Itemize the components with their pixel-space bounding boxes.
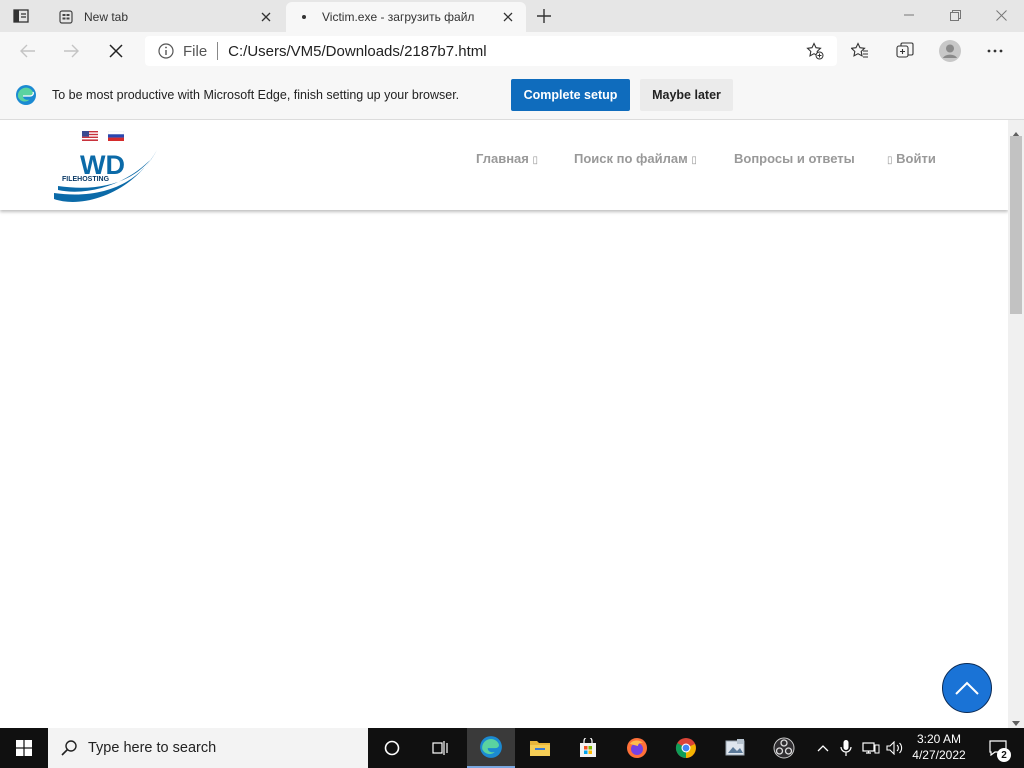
obs-icon[interactable] [760, 728, 808, 768]
english-flag-icon[interactable] [82, 128, 98, 141]
microphone-icon[interactable] [836, 728, 856, 768]
tab-title: New tab [84, 10, 129, 24]
menu-label: Войти [896, 151, 936, 166]
stop-loading-icon[interactable] [102, 37, 130, 65]
add-favorite-icon[interactable] [805, 41, 825, 61]
close-tab-icon[interactable] [256, 7, 276, 27]
photo-app-icon[interactable] [711, 728, 759, 768]
tab-title: Victim.exe - загрузить файл [322, 10, 475, 24]
scrollbar-thumb[interactable] [1010, 136, 1022, 314]
scroll-down-arrow-icon[interactable] [1012, 714, 1020, 726]
favorites-icon[interactable] [846, 37, 874, 65]
logo-subtext: FILEHOSTING [62, 176, 110, 183]
system-clock[interactable]: 3:20 AM 4/27/2022 [906, 731, 972, 763]
site-header: WD FILEHOSTING Главная ▯ Поиск по файлам… [0, 120, 1008, 210]
tab-active[interactable]: Victim.exe - загрузить файл [286, 2, 526, 32]
menu-label: Главная [476, 151, 529, 166]
windows-start-icon[interactable] [0, 728, 48, 768]
store-icon[interactable] [564, 728, 612, 768]
notification-count-badge: 2 [997, 748, 1011, 762]
menu-item-login[interactable]: ▯ Войти [887, 151, 936, 166]
clock-time: 3:20 AM [916, 732, 962, 746]
chrome-icon[interactable] [662, 728, 710, 768]
network-icon[interactable] [860, 728, 882, 768]
setup-infobar: To be most productive with Microsoft Edg… [0, 70, 1024, 120]
close-tab-icon[interactable] [498, 7, 518, 27]
info-icon[interactable] [157, 42, 175, 60]
menu-item-faq[interactable]: Вопросы и ответы [734, 151, 855, 166]
minimize-icon[interactable] [886, 0, 932, 30]
show-hidden-icons-chevron-icon[interactable] [814, 728, 832, 768]
profile-avatar[interactable] [936, 37, 964, 65]
url-scheme-label: File [183, 42, 208, 60]
search-icon [60, 739, 78, 757]
chevron-up-icon [955, 681, 979, 695]
tab-actions-icon[interactable] [10, 6, 32, 26]
notification-center-icon[interactable]: 2 [980, 728, 1016, 768]
vertical-scrollbar[interactable] [1008, 120, 1024, 728]
menu-label: Поиск по файлам [574, 151, 688, 166]
task-view-icon[interactable] [416, 728, 464, 768]
address-bar[interactable]: File C:/Users/VM5/Downloads/2187b7.html [145, 36, 837, 66]
collections-icon[interactable] [891, 37, 919, 65]
maybe-later-button[interactable]: Maybe later [640, 79, 733, 111]
infobar-message: To be most productive with Microsoft Edg… [52, 87, 460, 102]
windows-taskbar: Type here to search 3:20 AM 4/27/2022 2 [0, 728, 1024, 768]
complete-setup-button[interactable]: Complete setup [511, 79, 630, 111]
tab-new-tab[interactable]: New tab [48, 2, 284, 32]
volume-icon[interactable] [884, 728, 906, 768]
url-text[interactable]: C:/Users/VM5/Downloads/2187b7.html [228, 43, 486, 60]
dropdown-glyph-icon: ▯ [532, 155, 539, 166]
restore-icon[interactable] [932, 0, 978, 30]
menu-item-home[interactable]: Главная ▯ [476, 151, 538, 166]
menu-label: Вопросы и ответы [734, 151, 855, 166]
close-window-icon[interactable] [978, 0, 1024, 30]
site-logo[interactable]: WD FILEHOSTING [52, 144, 162, 206]
edge-logo-icon [15, 84, 37, 106]
tab-strip: New tab Victim.exe - загрузить файл [0, 0, 1024, 32]
firefox-icon[interactable] [613, 728, 661, 768]
scroll-to-top-button[interactable] [942, 663, 992, 713]
dropdown-glyph-icon: ▯ [691, 155, 697, 166]
forward-arrow-icon[interactable] [57, 37, 85, 65]
more-options-icon[interactable] [981, 37, 1009, 65]
back-arrow-icon[interactable] [14, 37, 42, 65]
taskbar-search-box[interactable]: Type here to search [48, 728, 368, 768]
file-explorer-icon[interactable] [516, 728, 564, 768]
new-tab-icon [58, 9, 74, 25]
loading-dot-icon [296, 9, 312, 25]
new-tab-button[interactable] [532, 4, 556, 28]
scroll-up-arrow-icon[interactable] [1012, 124, 1020, 137]
clock-date: 4/27/2022 [912, 748, 966, 762]
page-content: WD FILEHOSTING Главная ▯ Поиск по файлам… [0, 120, 1008, 728]
menu-item-file-search[interactable]: Поиск по файлам ▯ [574, 151, 697, 166]
cortana-icon[interactable] [368, 728, 416, 768]
browser-window: New tab Victim.exe - загрузить файл File… [0, 0, 1024, 728]
divider [217, 42, 219, 60]
edge-icon[interactable] [467, 728, 515, 768]
search-placeholder: Type here to search [88, 740, 217, 756]
russian-flag-icon[interactable] [107, 128, 125, 141]
navigation-bar: File C:/Users/VM5/Downloads/2187b7.html [0, 32, 1024, 70]
login-glyph-icon: ▯ [887, 155, 893, 166]
